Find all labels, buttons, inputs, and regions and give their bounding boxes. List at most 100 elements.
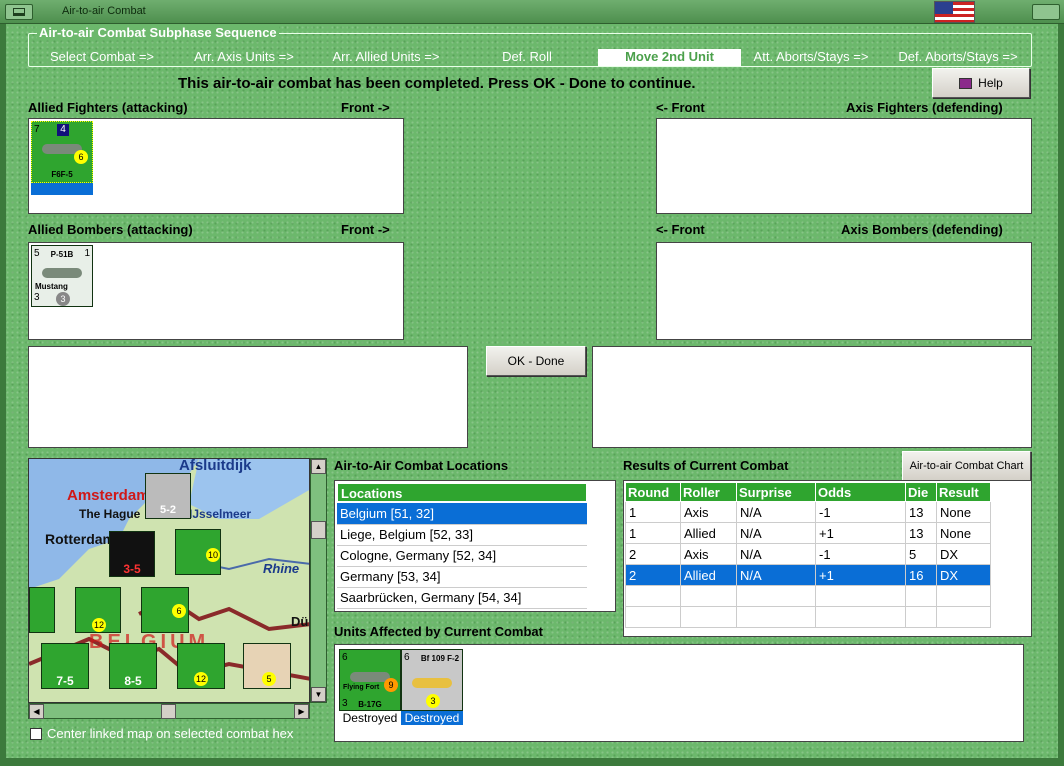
col-surprise[interactable]: Surprise [736,482,816,502]
allied-fighters-label: Allied Fighters (attacking) [28,100,188,115]
title-bar: Air-to-air Combat [0,0,1064,24]
bottom-frame [0,758,1064,766]
counter-type: P-51B [50,250,74,259]
us-flag-icon [934,1,975,23]
map-unit-corps[interactable]: 3-5 [109,531,155,577]
axis-bombers-front: <- Front [656,222,705,237]
air-to-air-combat-chart-button[interactable]: Air-to-air Combat Chart [902,451,1031,481]
unit-value: 3-5 [123,562,141,576]
unit-badge: 12 [92,618,106,632]
map-horizontal-scrollbar[interactable]: ◀ ▶ [28,703,310,719]
f6f-5-counter[interactable]: 7 4 6 F6F-5 [31,121,93,183]
axis-fighters-box[interactable] [656,118,1032,214]
scroll-thumb[interactable] [311,521,326,539]
allied-bombers-box[interactable]: 5 P-51B 1 Mustang 3 3 [28,242,404,340]
table-row[interactable]: 2 Allied N/A +1 16 DX [625,564,991,586]
units-affected-box[interactable]: 6 Flying Fort 9 3 B-17G Destroyed 6 Bf 1… [334,644,1024,742]
bf-109-counter[interactable]: 6 Bf 109 F-2 3 [401,649,463,711]
status-message: This air-to-air combat has been complete… [178,75,696,92]
map-unit-xxx-8-5[interactable]: 8-5 [109,643,157,689]
subphase-sequence-group: Air-to-air Combat Subphase Sequence Sele… [28,25,1032,67]
locations-list[interactable]: Locations Belgium [51, 32] Liege, Belgiu… [334,480,616,612]
map-label-afsluitdijk: Afsluitdijk [179,458,252,474]
map-label-dusseldorf: Dü [291,614,309,629]
table-row[interactable]: 1 Allied N/A +1 13 None [625,522,991,544]
allied-fighters-box[interactable]: 7 4 6 F6F-5 [28,118,404,214]
unit-badge: 12 [194,672,208,686]
table-row-empty [625,606,991,628]
scroll-right-arrow-icon[interactable]: ▶ [294,704,309,719]
unit-status: Destroyed [342,711,398,725]
col-roller[interactable]: Roller [680,482,737,502]
counter-badge: 6 [74,150,88,164]
right-frame [1058,24,1064,766]
results-title: Results of Current Combat [623,458,789,473]
counter-name: Bf 109 F-2 [420,654,460,663]
allied-bombers-front: Front -> [341,222,390,237]
unit-badge: 6 [172,604,186,618]
map-unit-partial[interactable] [29,587,55,633]
scroll-up-arrow-icon[interactable]: ▲ [311,459,326,474]
unit-value: 7-5 [56,674,74,688]
system-menu-button[interactable] [5,4,33,20]
location-row[interactable]: Cologne, Germany [52, 34] [337,545,587,567]
col-die[interactable]: Die [905,482,937,502]
phase-select-combat: Select Combat => [49,49,155,64]
axis-bombers-box[interactable] [656,242,1032,340]
results-header-row: Round Roller Surprise Odds Die Result [625,482,991,502]
location-row[interactable]: Liege, Belgium [52, 33] [337,524,587,546]
units-affected-title: Units Affected by Current Combat [334,624,543,639]
center-map-checkbox[interactable] [30,728,42,740]
phase-def-aborts-stays: Def. Aborts/Stays => [898,49,1018,64]
map-label-amsterdam: Amsterdam [67,487,150,504]
phase-arr-allied-units: Arr. Allied Units => [332,49,440,64]
counter-range: 1 [84,248,90,259]
counter-name: B-17G [358,700,382,709]
close-button[interactable] [1032,4,1060,20]
col-odds[interactable]: Odds [815,482,906,502]
counter-badge: 3 [56,292,70,306]
locations-header: Locations [337,483,587,502]
counter-top: 6 [404,652,410,663]
location-row[interactable]: Germany [53, 34] [337,566,587,588]
table-row[interactable]: 1 Axis N/A -1 13 None [625,501,991,523]
axis-fighters-label: Axis Fighters (defending) [846,100,1003,115]
plane-icon [412,678,452,688]
map-label-ijsselmeer: IJsselmeer [189,507,252,521]
counter-name: Mustang [35,282,68,291]
scroll-left-arrow-icon[interactable]: ◀ [29,704,44,719]
map-unit-spitfire[interactable]: 5 [243,643,291,689]
allied-bombers-label: Allied Bombers (attacking) [28,222,193,237]
help-button[interactable]: Help [932,68,1030,98]
p-51b-counter[interactable]: 5 P-51B 1 Mustang 3 3 [31,245,93,307]
left-frame [0,24,6,766]
table-row[interactable]: 2 Axis N/A -1 5 DX [625,543,991,565]
axis-fighters-front: <- Front [656,100,705,115]
counter-box-value: 4 [57,124,69,136]
location-row[interactable]: Belgium [51, 32] [337,503,587,525]
scroll-thumb[interactable] [161,704,176,719]
linked-map[interactable]: Afsluitdijk Amsterdam The Hague IJsselme… [28,458,310,703]
scroll-down-arrow-icon[interactable]: ▼ [311,687,326,702]
axis-bombers-label: Axis Bombers (defending) [841,222,1003,237]
map-unit-p-38f[interactable]: 12 [75,587,121,633]
map-unit-f6f-5[interactable]: 6 [141,587,189,633]
ok-done-button[interactable]: OK - Done [486,346,586,376]
b-17g-counter[interactable]: 6 Flying Fort 9 3 B-17G [339,649,401,711]
results-table: Round Roller Surprise Odds Die Result 1A… [625,482,991,628]
center-map-checkbox-label: Center linked map on selected combat hex [47,726,294,741]
axis-info-box [592,346,1032,448]
window-title: Air-to-air Combat [62,5,146,17]
col-result[interactable]: Result [936,482,991,502]
map-unit-xxx-7-5[interactable]: 7-5 [41,643,89,689]
location-row[interactable]: Saarbrücken, Germany [54, 34] [337,587,587,609]
phase-move-2nd-unit: Move 2nd Unit [598,49,741,66]
subphase-legend: Air-to-air Combat Subphase Sequence [37,25,279,40]
map-unit-f6f-3[interactable]: 12 [177,643,225,689]
map-label-the-hague: The Hague [79,507,141,521]
map-label-rotterdam: Rotterdam [45,531,116,547]
map-unit-konigsberg[interactable]: 5-2 [145,473,191,519]
col-round[interactable]: Round [625,482,681,502]
map-vertical-scrollbar[interactable]: ▲ ▼ [310,458,327,703]
map-unit-b-24g[interactable]: 10 [175,529,221,575]
